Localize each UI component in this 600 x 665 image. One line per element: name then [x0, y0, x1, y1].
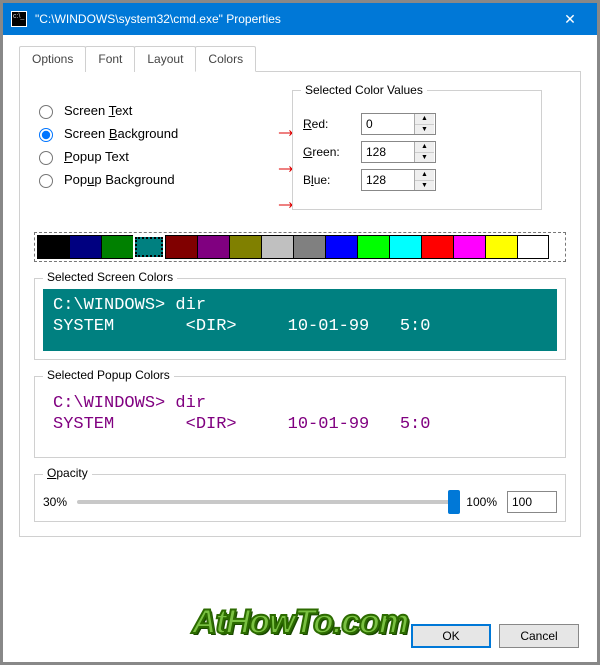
selected-popup-colors: Selected Popup Colors C:\WINDOWS> dir SY… — [34, 376, 566, 458]
palette-swatch[interactable] — [453, 235, 485, 259]
red-spinner[interactable]: ▲▼ — [361, 113, 436, 135]
palette-swatch[interactable] — [389, 235, 421, 259]
radio-screen-text-input[interactable] — [39, 105, 53, 119]
titlebar: "C:\WINDOWS\system32\cmd.exe" Properties… — [3, 3, 597, 35]
opacity-legend: Opacity — [43, 466, 92, 480]
spinner-up-icon[interactable]: ▲ — [415, 142, 434, 153]
palette-swatch[interactable] — [133, 235, 165, 259]
palette-swatch[interactable] — [485, 235, 517, 259]
selected-color-values: Selected Color Values Red: ▲▼ Green: ▲▼ — [292, 90, 542, 210]
palette-swatch[interactable] — [325, 235, 357, 259]
window-title: "C:\WINDOWS\system32\cmd.exe" Properties — [35, 12, 547, 26]
palette-swatch[interactable] — [261, 235, 293, 259]
blue-input[interactable] — [362, 170, 414, 190]
green-input[interactable] — [362, 142, 414, 162]
opacity-slider[interactable] — [77, 500, 456, 504]
close-button[interactable]: ✕ — [547, 3, 593, 35]
opacity-max-label: 100% — [466, 495, 497, 509]
palette-swatch[interactable] — [69, 235, 101, 259]
red-input[interactable] — [362, 114, 414, 134]
blue-spinner[interactable]: ▲▼ — [361, 169, 436, 191]
tab-layout[interactable]: Layout — [134, 46, 196, 72]
spinner-up-icon[interactable]: ▲ — [415, 170, 434, 181]
radio-screen-background-input[interactable] — [39, 128, 53, 142]
popup-preview-legend: Selected Popup Colors — [43, 368, 174, 382]
palette-swatch[interactable] — [517, 235, 549, 259]
green-spinner[interactable]: ▲▼ — [361, 141, 436, 163]
spinner-up-icon[interactable]: ▲ — [415, 114, 434, 125]
tab-colors[interactable]: Colors — [195, 46, 256, 72]
palette-swatch[interactable] — [293, 235, 325, 259]
cancel-button[interactable]: Cancel — [499, 624, 579, 648]
color-palette — [34, 232, 566, 262]
opacity-value-input[interactable] — [507, 491, 557, 513]
selected-screen-colors: Selected Screen Colors C:\WINDOWS> dir S… — [34, 278, 566, 360]
color-target-radios: Screen Text Screen Background Popup Text… — [34, 96, 254, 194]
spinner-down-icon[interactable]: ▼ — [415, 153, 434, 163]
popup-preview: C:\WINDOWS> dir SYSTEM <DIR> 10-01-99 5:… — [43, 387, 557, 449]
arrow-icon: → — [274, 152, 294, 180]
palette-swatch[interactable] — [37, 235, 69, 259]
app-icon — [11, 11, 27, 27]
palette-swatch[interactable] — [197, 235, 229, 259]
tab-panel: Screen Text Screen Background Popup Text… — [19, 72, 581, 537]
tab-strip: Options Font Layout Colors — [19, 45, 581, 72]
screen-preview-legend: Selected Screen Colors — [43, 270, 177, 284]
watermark: AtHowTo.com — [192, 603, 408, 642]
radio-screen-background[interactable]: Screen Background — [34, 125, 254, 142]
palette-swatch[interactable] — [101, 235, 133, 259]
palette-swatch[interactable] — [229, 235, 261, 259]
palette-swatch[interactable] — [165, 235, 197, 259]
screen-preview: C:\WINDOWS> dir SYSTEM <DIR> 10-01-99 5:… — [43, 289, 557, 351]
palette-swatch[interactable] — [421, 235, 453, 259]
slider-thumb[interactable] — [448, 490, 460, 514]
arrow-icon: → — [274, 116, 294, 144]
color-values-legend: Selected Color Values — [301, 83, 427, 97]
tab-options[interactable]: Options — [19, 46, 86, 72]
arrow-icon: → — [274, 188, 294, 216]
radio-screen-text[interactable]: Screen Text — [34, 102, 254, 119]
opacity-min-label: 30% — [43, 495, 67, 509]
radio-popup-text[interactable]: Popup Text — [34, 148, 254, 165]
opacity-group: Opacity 30% 100% — [34, 474, 566, 522]
radio-popup-background-input[interactable] — [39, 174, 53, 188]
radio-popup-background[interactable]: Popup Background — [34, 171, 254, 188]
palette-swatch[interactable] — [357, 235, 389, 259]
ok-button[interactable]: OK — [411, 624, 491, 648]
tab-font[interactable]: Font — [85, 46, 135, 72]
content: Options Font Layout Colors Screen Text S… — [3, 35, 597, 537]
radio-popup-text-input[interactable] — [39, 151, 53, 165]
dialog-buttons: OK Cancel — [411, 624, 579, 648]
spinner-down-icon[interactable]: ▼ — [415, 125, 434, 135]
spinner-down-icon[interactable]: ▼ — [415, 181, 434, 191]
